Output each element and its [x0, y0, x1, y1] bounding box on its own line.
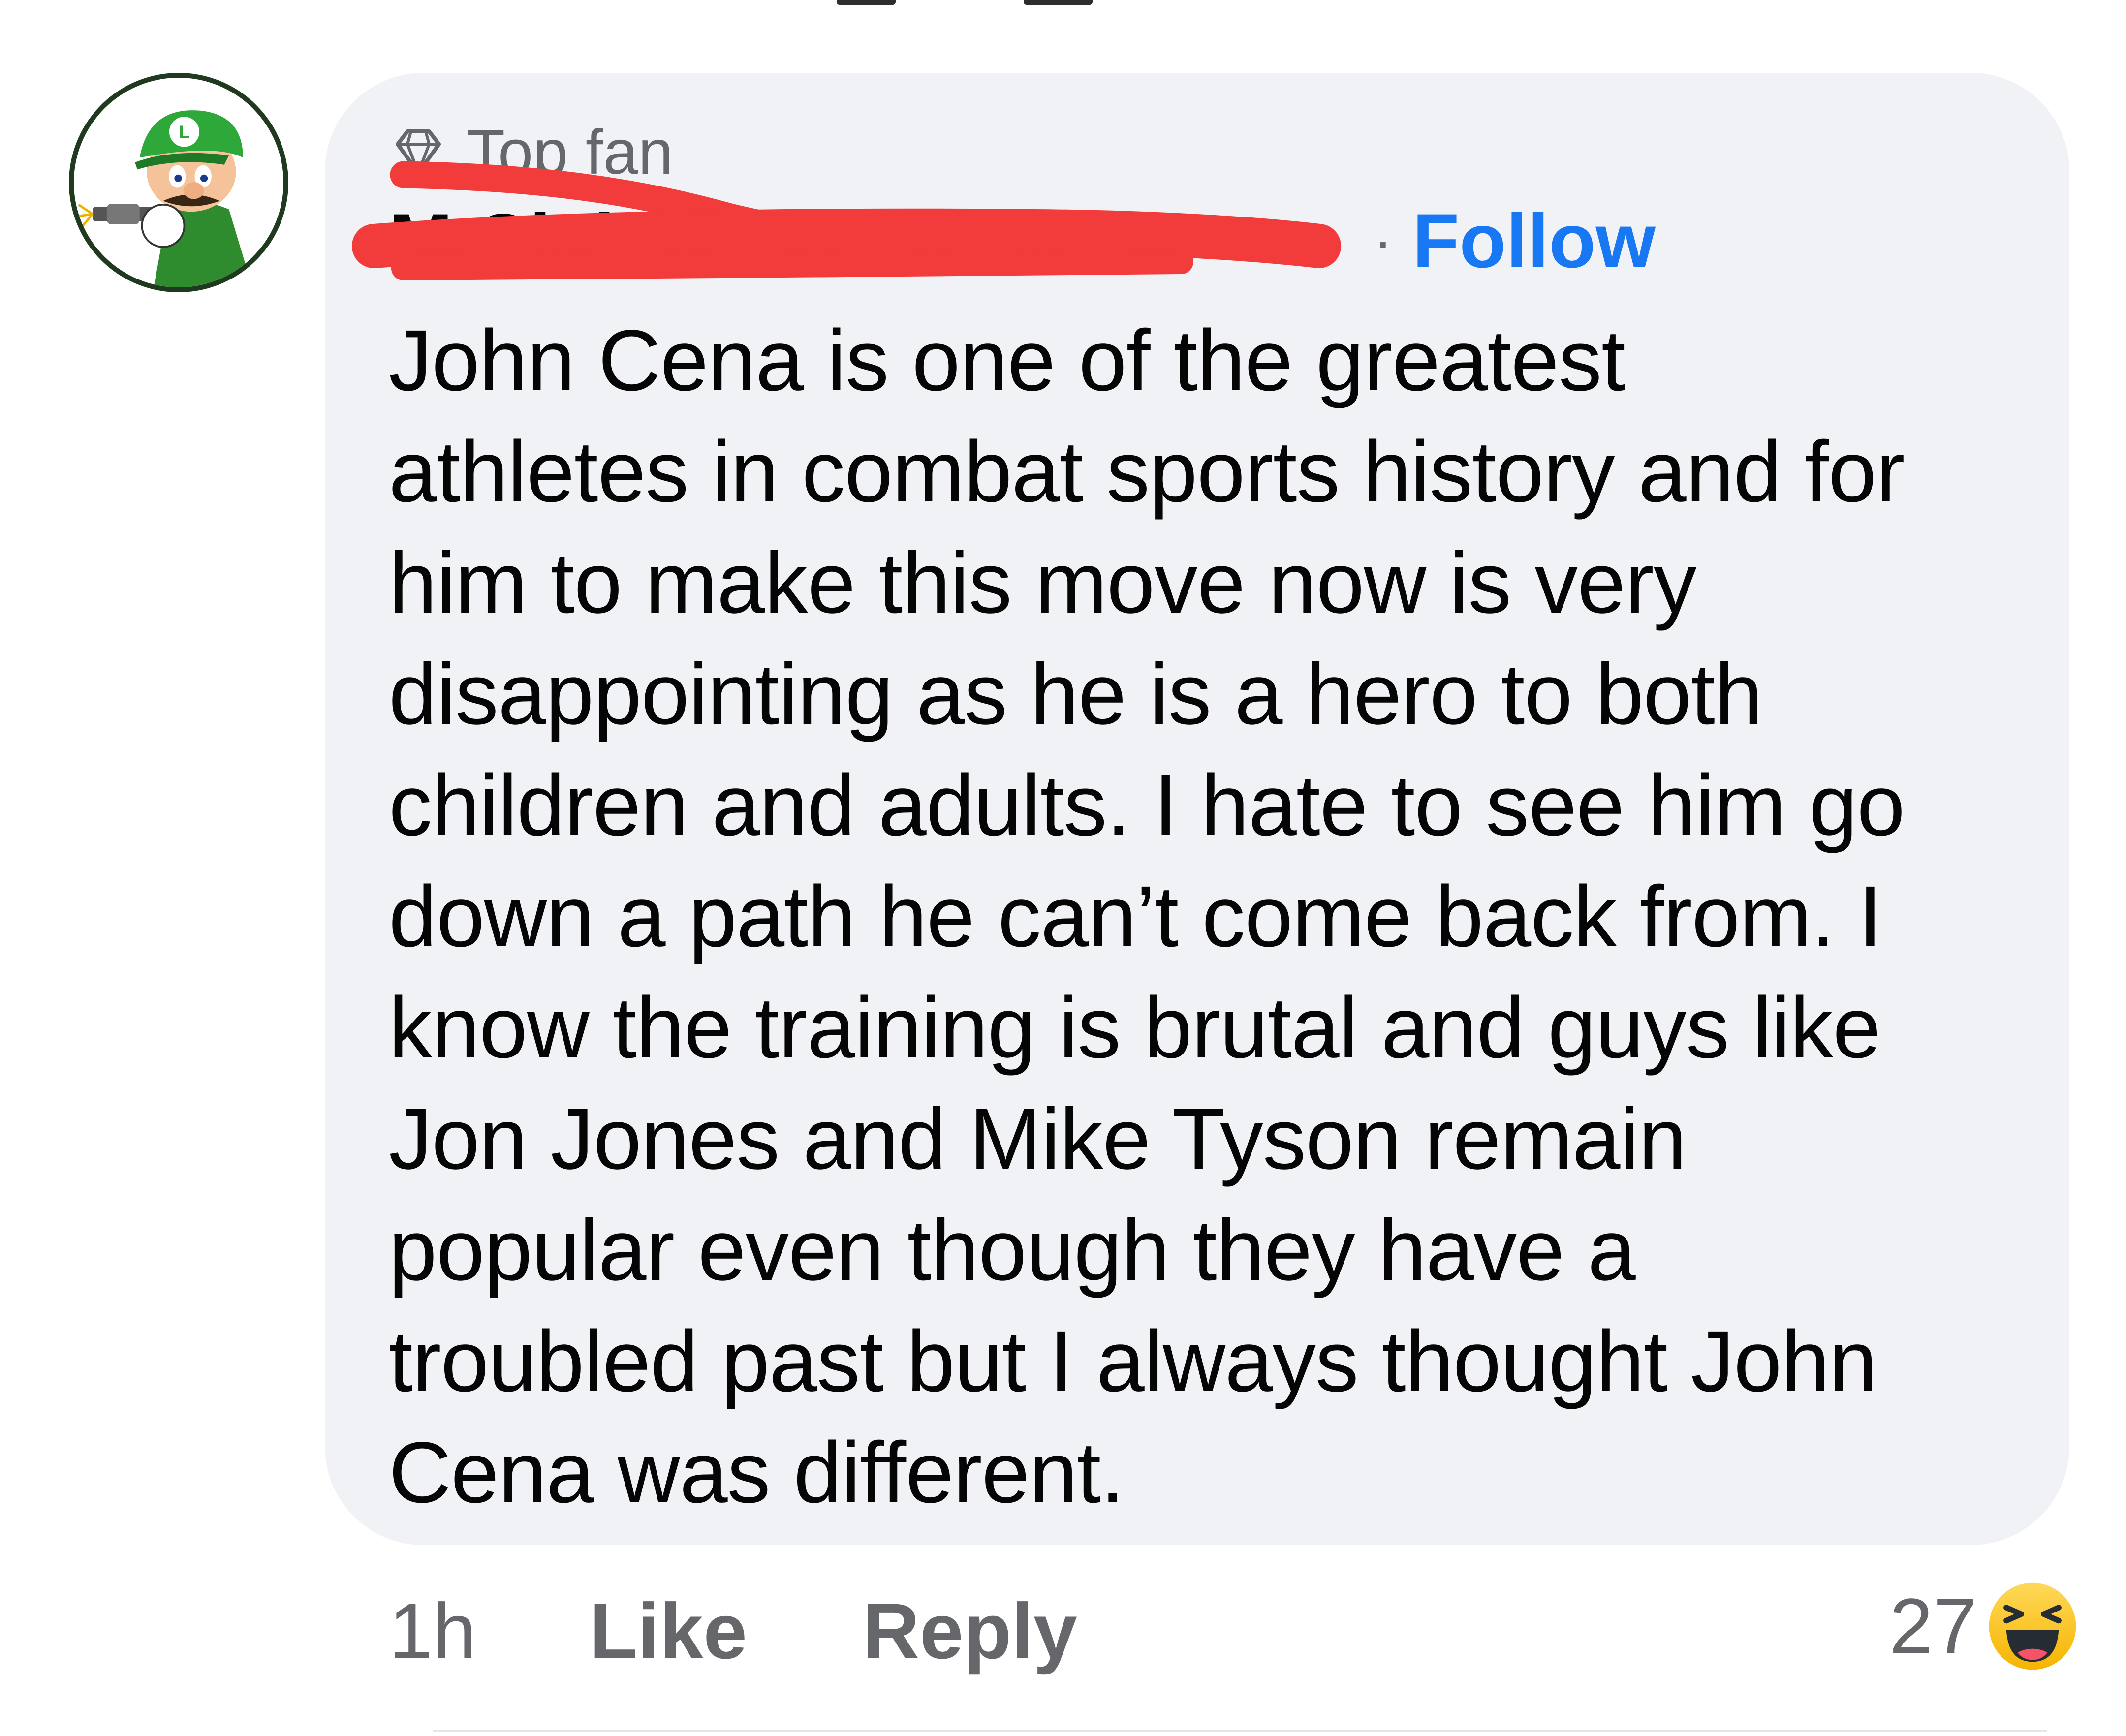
haha-emoji-icon — [1986, 1580, 2079, 1673]
author-row: M Clake · Follow — [389, 197, 1656, 285]
top-edge-fragment — [837, 0, 1093, 7]
like-button[interactable]: Like — [590, 1592, 747, 1671]
comment-actions: 1h Like Reply — [389, 1582, 1193, 1680]
follow-button[interactable]: Follow — [1412, 203, 1656, 279]
badge-label: Top fan — [467, 117, 673, 187]
separator-dot: · — [1373, 208, 1393, 274]
avatar-image: L — [74, 78, 283, 287]
comment-text: John Cena is one of the greatest athlete… — [389, 312, 1905, 1521]
reaction-count: 27 — [1889, 1582, 1977, 1670]
reply-button[interactable]: Reply — [863, 1592, 1077, 1671]
svg-text:L: L — [179, 122, 189, 142]
author-name[interactable]: M Clake — [389, 203, 1353, 279]
divider — [433, 1730, 2047, 1732]
timestamp[interactable]: 1h — [389, 1592, 476, 1671]
comment-screen: L Top fan M Clake · Follow John Cena is … — [0, 0, 2126, 1736]
diamond-icon — [396, 129, 441, 175]
avatar[interactable]: L — [69, 73, 288, 292]
top-fan-badge: Top fan — [389, 118, 673, 187]
reaction-summary[interactable]: 27 — [1889, 1570, 2079, 1683]
